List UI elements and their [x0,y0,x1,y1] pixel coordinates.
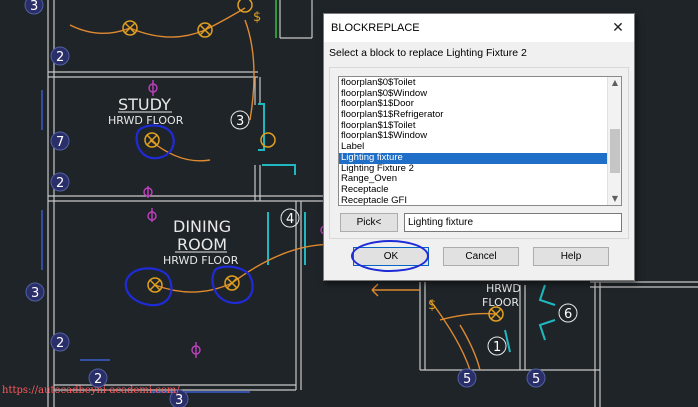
watermark-url: https://autocadbeyni-academi.com/ [2,385,180,396]
list-item[interactable]: Lighting fixture [339,152,607,164]
cancel-button[interactable]: Cancel [443,247,519,266]
tag-bubble: 3 [230,110,250,130]
list-item[interactable]: Receptacle [339,184,607,196]
list-item[interactable]: floorplan$1$Window [339,131,607,142]
room-label-dining-1: DINING [173,217,231,236]
annotation-circles [124,124,254,307]
pick-value-field[interactable]: Lighting fixture [404,213,622,232]
floor-label-dining: HRWD FLOOR [163,254,239,267]
tag-bubble: 2 [50,46,70,66]
svg-text:2: 2 [56,336,64,351]
scroll-thumb[interactable] [610,129,620,173]
tag-bubble: 5 [457,368,477,388]
tag-bubble: 5 [526,368,546,388]
svg-text:3: 3 [31,286,39,301]
dialog-prompt: Select a block to replace Lighting Fixtu… [329,47,527,59]
floor-label-right-1: HRWD [486,282,521,295]
room-label-study: STUDY [118,95,171,114]
ok-annotation-circle [351,240,429,272]
floor-label-right-2: FLOOR [482,296,519,309]
tag-bubble: 2 [50,332,70,352]
svg-text:2: 2 [56,50,64,65]
svg-text:$: $ [253,10,261,25]
arrow [371,283,420,297]
list-item[interactable]: Receptacle GFI [339,195,607,205]
tag-bubble: 3 [25,282,45,302]
svg-text:3: 3 [30,0,38,14]
tag-bubble: 1 [487,336,507,356]
dialog-titlebar[interactable]: BLOCKREPLACE ✕ [324,14,634,42]
svg-text:3: 3 [236,114,244,129]
tag-bubble: 6 [558,303,578,323]
floor-label-study: HRWD FLOOR [108,114,184,127]
svg-text:5: 5 [532,372,540,387]
scroll-down-icon[interactable]: ▼ [608,193,621,205]
block-listbox[interactable]: floorplan$0$Toilet floorplan$0$Window floo… [338,76,622,206]
tag-bubble: 2 [50,172,70,192]
svg-text:5: 5 [463,372,471,387]
svg-text:1: 1 [493,340,501,355]
help-button[interactable]: Help [533,247,609,266]
close-icon[interactable]: ✕ [608,18,628,38]
svg-text:2: 2 [56,176,64,191]
svg-text:6: 6 [564,307,572,322]
blockreplace-dialog: BLOCKREPLACE ✕ Select a block to replace… [323,13,635,281]
pick-button[interactable]: Pick< [340,213,398,232]
svg-text:7: 7 [56,135,64,150]
tag-bubble: 7 [50,131,70,151]
dialog-title: BLOCKREPLACE [331,22,420,34]
svg-text:4: 4 [286,212,294,227]
block-list: floorplan$0$Toilet floorplan$0$Window floo… [339,77,607,205]
tag-bubble: 3 [24,0,44,15]
list-scrollbar[interactable]: ▲ ▼ [607,77,621,205]
svg-text:$: $ [428,298,436,313]
scroll-up-icon[interactable]: ▲ [608,77,621,89]
room-label-dining-2: ROOM [177,235,227,254]
